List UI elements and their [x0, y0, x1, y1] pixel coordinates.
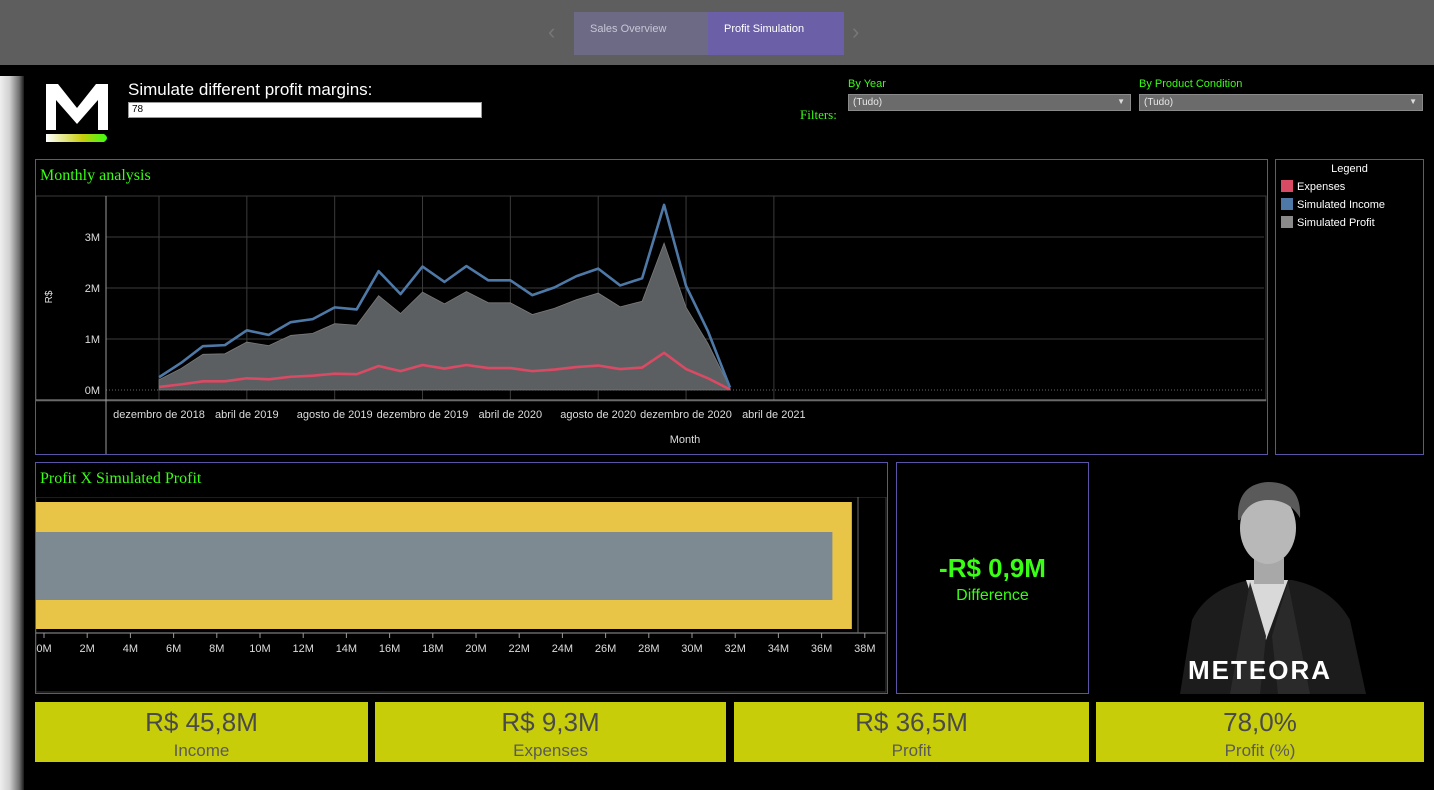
- x-tick-label: abril de 2019: [215, 409, 279, 421]
- x-tick-label: 8M: [209, 643, 224, 655]
- kpi-income-label: Income: [173, 741, 230, 760]
- kpi-expenses-label: Expenses: [513, 741, 588, 760]
- profit-margin-input[interactable]: 78: [128, 102, 482, 118]
- tab-sales-overview[interactable]: Sales Overview: [574, 12, 708, 55]
- legend-swatch-simulated-profit: [1281, 216, 1293, 228]
- filter-condition-value: (Tudo): [1144, 97, 1174, 108]
- profit-bar-chart: 0M 2M 4M 6M 8M 10M 12M 14M 16M 18M 20M 22M 24M 26M 28M…: [36, 497, 887, 693]
- y-tick-label: 2M: [85, 283, 100, 295]
- kpi-income: R$ 45,8M Income: [35, 702, 368, 762]
- filter-year-select[interactable]: (Tudo) ▼: [848, 94, 1131, 111]
- difference-value: -R$ 0,9M: [939, 553, 1046, 583]
- meteora-brand-logo: METEORA: [1188, 655, 1332, 685]
- legend-item-simulated-profit[interactable]: Simulated Profit: [1281, 216, 1375, 230]
- filter-year-value: (Tudo): [853, 97, 883, 108]
- monthly-area-chart: 0M 1M 2M 3M dezembro de 2018 abril de 2019 ago…: [36, 195, 1267, 454]
- simulate-margin-label: Simulate different profit margins:: [128, 80, 373, 99]
- x-tick-label: 24M: [552, 643, 573, 655]
- x-tick-label: 20M: [465, 643, 486, 655]
- kpi-profit-value: R$ 36,5M: [855, 707, 968, 737]
- meteora-m-logo-icon: [46, 84, 108, 142]
- x-tick-label: 6M: [166, 643, 181, 655]
- legend-item-simulated-income[interactable]: Simulated Income: [1281, 198, 1385, 212]
- legend-swatch-expenses: [1281, 180, 1293, 192]
- next-arrow-icon[interactable]: ›: [852, 21, 866, 43]
- x-tick-label: dezembro de 2020: [640, 409, 732, 421]
- x-tick-label: 4M: [123, 643, 138, 655]
- kpi-profit: R$ 36,5M Profit: [734, 702, 1089, 762]
- x-tick-label: 12M: [292, 643, 313, 655]
- filter-condition-select[interactable]: (Tudo) ▼: [1139, 94, 1423, 111]
- x-tick-label: 38M: [854, 643, 875, 655]
- x-tick-label: 26M: [595, 643, 616, 655]
- filter-condition-label: By Product Condition: [1139, 78, 1243, 90]
- x-tick-label: 36M: [811, 643, 832, 655]
- y-tick-label: 1M: [85, 334, 100, 346]
- x-tick-label: abril de 2020: [479, 409, 543, 421]
- filter-year-label: By Year: [848, 78, 886, 90]
- dashboard-tab-bar: ‹ Sales Overview Profit Simulation ›: [0, 0, 1434, 65]
- x-tick-label: dezembro de 2019: [377, 409, 469, 421]
- y-tick-label: 3M: [85, 232, 100, 244]
- page-edge-shadow: [0, 76, 24, 790]
- difference-label: Difference: [956, 587, 1029, 604]
- legend-label: Simulated Income: [1297, 199, 1386, 211]
- simulated-profit-bar: [36, 532, 833, 600]
- x-tick-label: 14M: [336, 643, 357, 655]
- x-tick-label: 2M: [80, 643, 95, 655]
- x-tick-label: 0M: [36, 643, 51, 655]
- x-tick-label: agosto de 2019: [297, 409, 373, 421]
- x-tick-label: 10M: [249, 643, 270, 655]
- x-tick-label: agosto de 2020: [560, 409, 636, 421]
- filters-label: Filters:: [800, 107, 837, 122]
- x-tick-label: dezembro de 2018: [113, 409, 205, 421]
- x-tick-label: 22M: [508, 643, 529, 655]
- x-tick-label: 16M: [379, 643, 400, 655]
- x-tick-label: 18M: [422, 643, 443, 655]
- kpi-income-value: R$ 45,8M: [145, 707, 258, 737]
- legend-label: Expenses: [1297, 181, 1346, 193]
- chevron-down-icon: ▼: [1117, 97, 1125, 106]
- kpi-profit-percent-value: 78,0%: [1223, 707, 1297, 737]
- chevron-down-icon: ▼: [1409, 97, 1417, 106]
- profit-comparison-title: Profit X Simulated Profit: [40, 470, 202, 487]
- kpi-expenses-value: R$ 9,3M: [501, 707, 600, 737]
- legend-label: Simulated Profit: [1297, 217, 1375, 229]
- y-axis-label: R$: [44, 290, 55, 303]
- legend-item-expenses[interactable]: Expenses: [1281, 180, 1345, 194]
- x-tick-label: 32M: [724, 643, 745, 655]
- difference-card: -R$ 0,9M Difference: [896, 462, 1089, 694]
- prev-arrow-icon[interactable]: ‹: [548, 21, 562, 43]
- x-tick-label: abril de 2021: [742, 409, 806, 421]
- tab-profit-simulation[interactable]: Profit Simulation: [708, 12, 844, 55]
- x-tick-label: 28M: [638, 643, 659, 655]
- x-axis-label: Month: [670, 434, 701, 446]
- legend-panel: Legend Expenses Simulated Income Simulat…: [1275, 159, 1424, 455]
- y-tick-label: 0M: [85, 385, 100, 397]
- kpi-expenses: R$ 9,3M Expenses: [375, 702, 726, 762]
- x-tick-label: 30M: [681, 643, 702, 655]
- kpi-profit-percent-label: Profit (%): [1224, 741, 1296, 760]
- legend-swatch-simulated-income: [1281, 198, 1293, 210]
- x-tick-label: 34M: [768, 643, 789, 655]
- legend-title: Legend: [1331, 163, 1368, 175]
- kpi-profit-percent: 78,0% Profit (%): [1096, 702, 1424, 762]
- kpi-profit-label: Profit: [891, 741, 932, 760]
- dashboard-root: ‹ Sales Overview Profit Simulation › Sim…: [0, 0, 1434, 790]
